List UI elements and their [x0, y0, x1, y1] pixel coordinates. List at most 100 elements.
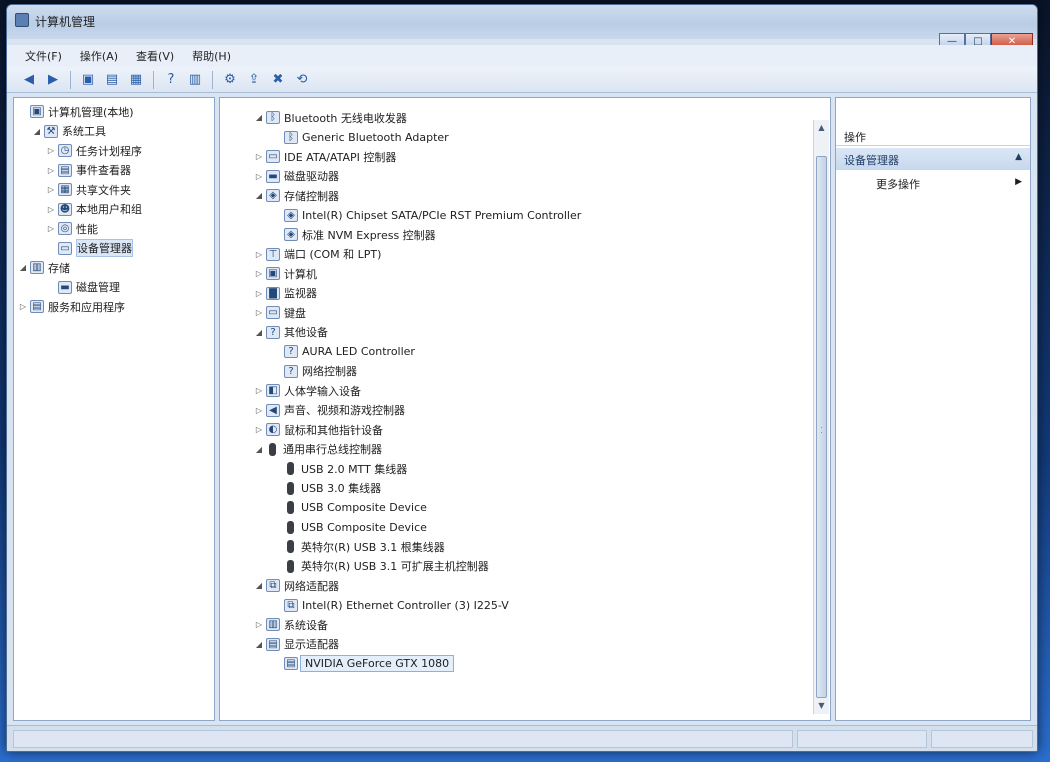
storage-icon: ▥: [30, 261, 44, 275]
tree-item-label: 英特尔(R) USB 3.1 可扩展主机控制器: [301, 560, 489, 574]
status-segment: [13, 730, 793, 748]
expand-arrow-icon[interactable]: ▷: [254, 308, 264, 317]
expand-arrow-icon[interactable]: ▷: [46, 224, 56, 233]
update-driver-icon[interactable]: ⇪: [244, 70, 264, 90]
collapse-arrow-icon[interactable]: ◢: [254, 581, 264, 590]
vertical-scrollbar[interactable]: ▲ ▼: [813, 120, 829, 714]
scroll-up-icon[interactable]: ▲: [814, 120, 829, 136]
menu-view[interactable]: 查看(V): [136, 48, 174, 64]
device-tree-item[interactable]: ▷ ◧ 人体学输入设备: [250, 381, 830, 401]
expand-arrow-icon[interactable]: ▷: [254, 289, 264, 298]
device-tree-item[interactable]: ▷ ▭ IDE ATA/ATAPI 控制器: [250, 147, 830, 167]
console-tree-item[interactable]: ▷ ▦ 共享文件夹: [14, 180, 214, 200]
back-arrow-icon[interactable]: ◀: [19, 70, 39, 90]
console-tree-item[interactable]: ▷ ☻ 本地用户和组: [14, 200, 214, 220]
console-tree-item[interactable]: ◢ ⚒ 系统工具: [14, 122, 214, 142]
device-tree-item[interactable]: USB 3.0 集线器: [250, 479, 830, 499]
expand-arrow-icon[interactable]: ▷: [46, 166, 56, 175]
show-hide-tree-icon[interactable]: ▤: [102, 70, 122, 90]
console-tree-item[interactable]: ▣ 计算机管理(本地): [14, 102, 214, 122]
device-tree-item[interactable]: ◢ ◈ 存储控制器: [250, 186, 830, 206]
menu-file[interactable]: 文件(F): [25, 48, 62, 64]
scan-hardware-icon[interactable]: ⚙: [220, 70, 240, 90]
collapse-arrow-icon[interactable]: ◢: [254, 640, 264, 649]
menu-action[interactable]: 操作(A): [80, 48, 118, 64]
collapse-arrow-icon[interactable]: ◢: [254, 113, 264, 122]
device-tree-item[interactable]: ? AURA LED Controller: [250, 342, 830, 362]
device-tree-item[interactable]: ▷ ▥ 系统设备: [250, 615, 830, 635]
device-tree-item[interactable]: USB 2.0 MTT 集线器: [250, 459, 830, 479]
expand-arrow-icon[interactable]: ▷: [254, 152, 264, 161]
tree-item-label: Generic Bluetooth Adapter: [302, 130, 449, 144]
tree-item-label: 服务和应用程序: [48, 300, 125, 314]
device-tree-item[interactable]: ▷ ⊤ 端口 (COM 和 LPT): [250, 245, 830, 265]
expand-arrow-icon[interactable]: ▷: [254, 406, 264, 415]
tree-item-label: Intel(R) Chipset SATA/PCIe RST Premium C…: [302, 208, 582, 222]
port-icon: ⊤: [266, 247, 280, 261]
console-tree-item[interactable]: ▷ ◎ 性能: [14, 219, 214, 239]
console-tree-item[interactable]: ▬ 磁盘管理: [14, 278, 214, 298]
expand-arrow-icon[interactable]: ▷: [46, 185, 56, 194]
uninstall-device-icon[interactable]: ✖: [268, 70, 288, 90]
device-tree-item[interactable]: ▤ NVIDIA GeForce GTX 1080: [250, 654, 830, 674]
collapse-up-icon[interactable]: ▲: [1015, 152, 1022, 162]
device-tree-item[interactable]: ▷ ▭ 键盘: [250, 303, 830, 323]
expand-arrow-icon[interactable]: ▷: [18, 302, 28, 311]
device-tree-item[interactable]: 英特尔(R) USB 3.1 可扩展主机控制器: [250, 557, 830, 577]
expand-arrow-icon[interactable]: ▷: [254, 425, 264, 434]
collapse-arrow-icon[interactable]: ◢: [254, 445, 264, 454]
tree-item-label: 计算机: [284, 267, 317, 281]
device-tree-item[interactable]: ⧉ Intel(R) Ethernet Controller (3) I225-V: [250, 596, 830, 616]
properties-icon[interactable]: ▦: [126, 70, 146, 90]
actions-section-device-manager[interactable]: 设备管理器 ▲: [836, 148, 1030, 170]
expand-arrow-icon[interactable]: ▷: [254, 269, 264, 278]
device-tree-item[interactable]: 英特尔(R) USB 3.1 根集线器: [250, 537, 830, 557]
console-tree-item[interactable]: ▭ 设备管理器: [14, 239, 214, 259]
console-tree-item[interactable]: ▷ ▤ 事件查看器: [14, 161, 214, 181]
expand-arrow-icon[interactable]: ▷: [254, 250, 264, 259]
collapse-arrow-icon[interactable]: ◢: [32, 127, 42, 136]
expand-arrow-icon[interactable]: ▷: [254, 386, 264, 395]
console-tree-item[interactable]: ▷ ◷ 任务计划程序: [14, 141, 214, 161]
expand-arrow-icon[interactable]: ▷: [254, 620, 264, 629]
device-tree-item[interactable]: ▷ ▇ 监视器: [250, 284, 830, 304]
menu-help[interactable]: 帮助(H): [192, 48, 231, 64]
device-tree-item[interactable]: ▷ ▬ 磁盘驱动器: [250, 167, 830, 187]
tree-item-label: AURA LED Controller: [302, 345, 415, 359]
help-icon[interactable]: ?: [161, 70, 181, 90]
device-tree-item[interactable]: ▷ ▣ 计算机: [250, 264, 830, 284]
device-tree-item[interactable]: ᛒ Generic Bluetooth Adapter: [250, 128, 830, 148]
tree-item-label: 事件查看器: [76, 164, 131, 178]
tree-item-label: USB Composite Device: [301, 501, 427, 515]
device-tree-item[interactable]: ◈ 标准 NVM Express 控制器: [250, 225, 830, 245]
collapse-arrow-icon[interactable]: ◢: [18, 263, 28, 272]
console-tree-item[interactable]: ▷ ▤ 服务和应用程序: [14, 297, 214, 317]
up-folder-icon[interactable]: ▣: [78, 70, 98, 90]
scroll-thumb[interactable]: [816, 156, 827, 698]
device-tree-item[interactable]: ◈ Intel(R) Chipset SATA/PCIe RST Premium …: [250, 206, 830, 226]
device-tree-item[interactable]: ◢ 通用串行总线控制器: [250, 440, 830, 460]
scroll-down-icon[interactable]: ▼: [814, 698, 829, 714]
collapse-arrow-icon[interactable]: ◢: [254, 191, 264, 200]
device-tree-item[interactable]: ◢ ⧉ 网络适配器: [250, 576, 830, 596]
expand-arrow-icon[interactable]: ▷: [254, 172, 264, 181]
console-tree-item[interactable]: ◢ ▥ 存储: [14, 258, 214, 278]
action-pane-icon[interactable]: ▥: [185, 70, 205, 90]
forward-arrow-icon[interactable]: ▶: [43, 70, 63, 90]
tree-item-label: 鼠标和其他指针设备: [284, 423, 383, 437]
collapse-arrow-icon[interactable]: ◢: [254, 328, 264, 337]
device-tree-item[interactable]: ? 网络控制器: [250, 362, 830, 382]
more-actions-item[interactable]: 更多操作 ▶: [836, 174, 1030, 194]
expand-arrow-icon[interactable]: ▷: [46, 146, 56, 155]
expand-arrow-icon[interactable]: ▷: [46, 205, 56, 214]
device-tree-item[interactable]: USB Composite Device: [250, 518, 830, 538]
device-tree-item[interactable]: USB Composite Device: [250, 498, 830, 518]
device-tree-item[interactable]: ◢ ᛒ Bluetooth 无线电收发器: [250, 108, 830, 128]
title-bar[interactable]: 计算机管理 — □ ✕: [7, 5, 1037, 51]
device-tree-item[interactable]: ▷ ◐ 鼠标和其他指针设备: [250, 420, 830, 440]
device-tree-item[interactable]: ◢ ▤ 显示适配器: [250, 635, 830, 655]
device-tree-item[interactable]: ◢? 其他设备: [250, 323, 830, 343]
device-tree-item[interactable]: ▷ ◀ 声音、视频和游戏控制器: [250, 401, 830, 421]
tree-item-label: 人体学输入设备: [284, 384, 361, 398]
disable-device-icon[interactable]: ⟲: [292, 70, 312, 90]
